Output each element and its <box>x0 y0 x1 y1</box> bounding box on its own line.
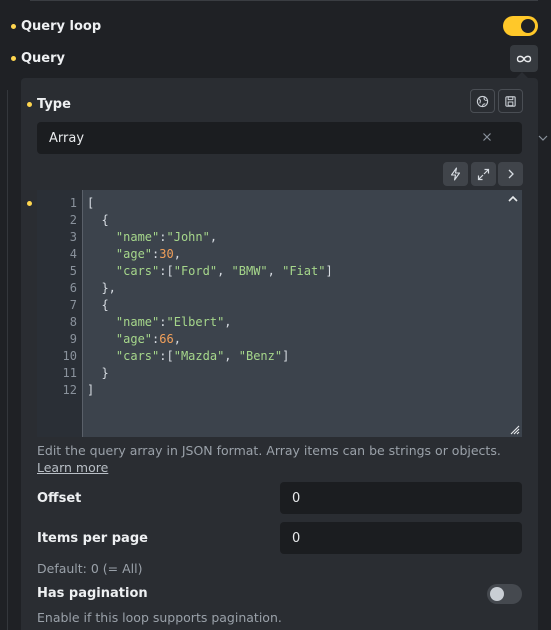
items-per-page-input[interactable]: 0 <box>280 522 522 554</box>
json-code-editor[interactable]: 1 2 3 4 5 6 7 8 9 10 11 12 [ { "name":"John", "age"… <box>37 190 522 437</box>
toggle-knob <box>490 587 504 601</box>
offset-input[interactable]: 0 <box>280 482 522 514</box>
line-number: 1 <box>69 196 77 210</box>
toggle-knob <box>521 19 535 33</box>
line-number: 7 <box>69 298 77 312</box>
save-button[interactable] <box>498 89 523 113</box>
bolt-icon <box>450 167 461 181</box>
line-number: 11 <box>62 366 77 380</box>
code-line: ] <box>87 383 95 397</box>
line-number: 12 <box>62 383 77 397</box>
line-number: 8 <box>69 315 77 329</box>
has-pagination-label: Has pagination <box>37 586 148 601</box>
globe-button[interactable] <box>470 89 495 113</box>
query-settings-button[interactable] <box>510 45 538 72</box>
globe-icon <box>476 95 489 107</box>
type-label: Type <box>37 97 71 112</box>
type-select-value: Array <box>49 131 85 146</box>
help-text: Edit the query array in JSON format. Arr… <box>37 443 501 458</box>
code-line: } <box>87 366 109 380</box>
has-pagination-toggle[interactable] <box>487 584 522 604</box>
save-icon <box>505 95 516 107</box>
chevron-right-icon <box>508 169 514 179</box>
gutter-divider <box>82 190 83 437</box>
tree-guide-line <box>7 90 8 630</box>
resize-handle-icon[interactable] <box>508 423 520 435</box>
query-loop-label: Query loop <box>21 19 102 34</box>
offset-label: Offset <box>37 491 82 506</box>
code-line: "cars":["Mazda", "Benz"] <box>115 349 290 363</box>
chevron-down-icon[interactable] <box>537 132 549 144</box>
items-per-page-hint: Default: 0 (= All) <box>37 561 143 576</box>
line-number: 2 <box>69 213 77 227</box>
expand-editor-button[interactable] <box>471 162 496 186</box>
query-loop-toggle[interactable] <box>503 16 538 36</box>
modified-indicator-dot <box>11 24 16 29</box>
query-label: Query <box>21 51 66 66</box>
infinity-icon <box>516 55 532 62</box>
type-select[interactable]: Array <box>37 122 548 154</box>
offset-value: 0 <box>292 491 301 506</box>
line-number: 5 <box>69 264 77 278</box>
code-line: "cars":["Ford", "BMW", "Fiat"] <box>115 264 333 278</box>
next-button[interactable] <box>498 162 523 186</box>
query-help-text: Edit the query array in JSON format. Arr… <box>37 442 517 476</box>
clear-icon[interactable] <box>480 130 494 144</box>
items-per-page-value: 0 <box>292 531 301 546</box>
code-line: }, <box>87 281 116 295</box>
code-line: "name":"John", <box>115 230 218 244</box>
code-line: "age":66, <box>115 332 181 346</box>
line-number: 3 <box>69 230 77 244</box>
line-number-gutter: 1 2 3 4 5 6 7 8 9 10 11 12 <box>37 190 82 437</box>
dynamic-data-button[interactable] <box>443 162 468 186</box>
modified-indicator-dot <box>27 201 32 206</box>
learn-more-link[interactable]: Learn more <box>37 460 108 475</box>
pagination-help-text: Enable if this loop supports pagination. <box>37 610 282 625</box>
top-divider <box>30 0 538 1</box>
code-line: { <box>87 213 109 227</box>
line-number: 6 <box>69 281 77 295</box>
scroll-up-icon[interactable] <box>507 194 519 204</box>
expand-icon <box>477 168 490 180</box>
items-per-page-label: Items per page <box>37 531 148 546</box>
code-line: [ <box>87 196 95 210</box>
modified-indicator-dot <box>27 102 32 107</box>
line-number: 4 <box>69 247 77 261</box>
line-number: 10 <box>62 349 77 363</box>
modified-indicator-dot <box>11 56 16 61</box>
line-number: 9 <box>69 332 77 346</box>
code-line: "age":30, <box>115 247 181 261</box>
code-line: "name":"Elbert", <box>115 315 232 329</box>
code-line: { <box>87 298 109 312</box>
